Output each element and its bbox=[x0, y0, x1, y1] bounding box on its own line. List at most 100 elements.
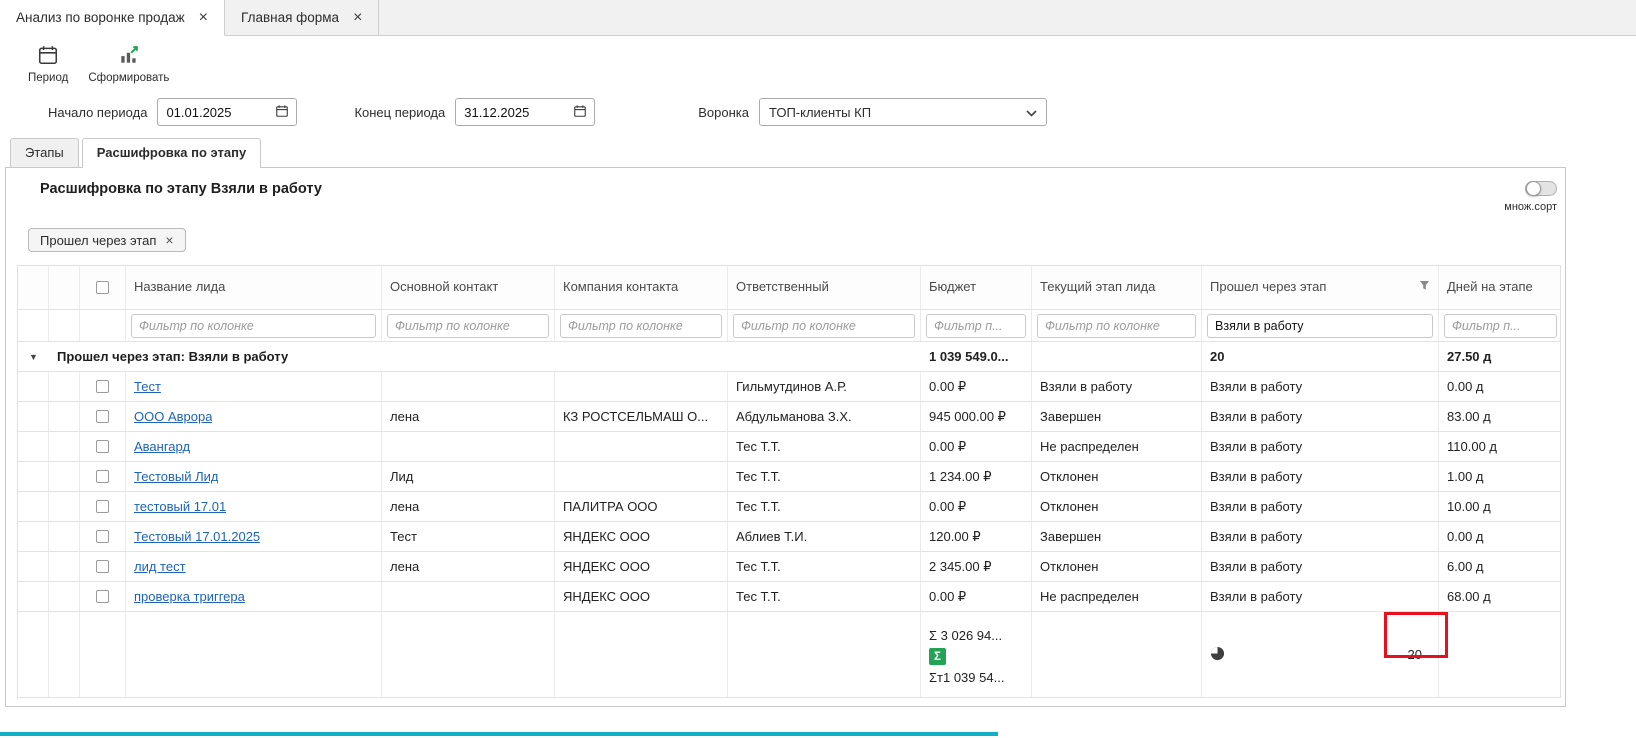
period-button[interactable]: Период bbox=[28, 44, 68, 84]
filter-input-passed-stage[interactable] bbox=[1207, 314, 1433, 338]
filter-input-responsible[interactable] bbox=[733, 314, 915, 338]
cell-current-stage: Взяли в работу bbox=[1032, 372, 1202, 401]
tab-stages[interactable]: Этапы bbox=[10, 138, 79, 167]
cell-main-contact bbox=[382, 372, 555, 401]
row-checkbox[interactable] bbox=[96, 440, 109, 453]
table-row[interactable]: Авангард Тес Т.Т. 0.00 ₽ Не распределен … bbox=[18, 432, 1560, 462]
cell-lead-name: Тестовый 17.01.2025 bbox=[126, 522, 382, 551]
row-checkbox[interactable] bbox=[96, 470, 109, 483]
end-period-input[interactable] bbox=[464, 105, 556, 120]
row-checkbox[interactable] bbox=[96, 590, 109, 603]
table-row[interactable]: Тест Гильмутдинов А.Р. 0.00 ₽ Взяли в ра… bbox=[18, 372, 1560, 402]
filter-input-main-contact[interactable] bbox=[387, 314, 549, 338]
column-header-budget[interactable]: Бюджет bbox=[921, 266, 1032, 309]
cell-current-stage: Завершен bbox=[1032, 522, 1202, 551]
lead-link[interactable]: тестовый 17.01 bbox=[134, 499, 226, 514]
funnel-select[interactable]: ТОП-клиенты КП bbox=[759, 98, 1047, 126]
cell-expander bbox=[18, 432, 49, 461]
end-period-field bbox=[455, 98, 595, 126]
start-period-input[interactable] bbox=[166, 105, 258, 120]
calendar-icon[interactable] bbox=[275, 104, 289, 121]
cell-budget: 0.00 ₽ bbox=[921, 492, 1032, 521]
tab-funnel-analysis[interactable]: Анализ по воронке продаж × bbox=[0, 0, 225, 36]
report-parameters: Начало периода Конец периода Воронка ТОП… bbox=[0, 92, 1636, 132]
cell-main-contact bbox=[382, 582, 555, 611]
table-row[interactable]: Тестовый 17.01.2025 Тест ЯНДЕКС ООО Абли… bbox=[18, 522, 1560, 552]
cell-responsible: Тес Т.Т. bbox=[728, 462, 921, 491]
column-header-main-contact[interactable]: Основной контакт bbox=[382, 266, 555, 309]
table-row[interactable]: лид тест лена ЯНДЕКС ООО Тес Т.Т. 2 345.… bbox=[18, 552, 1560, 582]
row-checkbox[interactable] bbox=[96, 410, 109, 423]
filter-chip-label: Прошел через этап bbox=[40, 233, 156, 248]
filter-input-budget[interactable] bbox=[926, 314, 1026, 338]
close-icon[interactable]: × bbox=[165, 232, 173, 248]
passed-count-total: 20 bbox=[1408, 647, 1422, 662]
cell-passed-stage: Взяли в работу bbox=[1202, 372, 1439, 401]
close-icon[interactable]: × bbox=[199, 10, 208, 26]
panel-title: Расшифровка по этапу Взяли в работу bbox=[40, 181, 322, 197]
cell-responsible: Тес Т.Т. bbox=[728, 492, 921, 521]
row-checkbox[interactable] bbox=[96, 500, 109, 513]
cell-expander bbox=[18, 582, 49, 611]
cell-checkbox bbox=[80, 552, 126, 581]
tab-main-form[interactable]: Главная форма × bbox=[225, 0, 379, 35]
filter-input-contact-company[interactable] bbox=[560, 314, 722, 338]
end-period-label: Конец периода bbox=[354, 105, 445, 120]
filter-input-current-stage[interactable] bbox=[1037, 314, 1196, 338]
column-header-contact-company[interactable]: Компания контакта bbox=[555, 266, 728, 309]
cell-current-stage: Не распределен bbox=[1032, 432, 1202, 461]
generate-button[interactable]: Сформировать bbox=[88, 44, 169, 84]
table-row[interactable]: тестовый 17.01 лена ПАЛИТРА ООО Тес Т.Т.… bbox=[18, 492, 1560, 522]
row-checkbox[interactable] bbox=[96, 380, 109, 393]
cell-checkbox bbox=[80, 522, 126, 551]
close-icon[interactable]: × bbox=[353, 10, 362, 26]
cell-lead-name: ООО Аврора bbox=[126, 402, 382, 431]
cell-responsible: Тес Т.Т. bbox=[728, 552, 921, 581]
table-row[interactable]: Тестовый Лид Лид Тес Т.Т. 1 234.00 ₽ Отк… bbox=[18, 462, 1560, 492]
filter-input-lead-name[interactable] bbox=[131, 314, 376, 338]
lead-link[interactable]: ООО Аврора bbox=[134, 409, 212, 424]
table-row[interactable]: проверка триггера ЯНДЕКС ООО Тес Т.Т. 0.… bbox=[18, 582, 1560, 612]
filter-chip-passed-stage[interactable]: Прошел через этап × bbox=[28, 228, 186, 252]
toolbar: Период Сформировать bbox=[0, 36, 1636, 92]
filter-input-days-on-stage[interactable] bbox=[1444, 314, 1557, 338]
cell-lead-name: проверка триггера bbox=[126, 582, 382, 611]
cell-checkbox bbox=[80, 432, 126, 461]
group-row[interactable]: ▼ Прошел через этап: Взяли в работу 1 03… bbox=[18, 342, 1560, 372]
cell-indicator bbox=[49, 402, 80, 431]
cell-main-contact: лена bbox=[382, 402, 555, 431]
cell-checkbox bbox=[80, 402, 126, 431]
column-header-current-stage[interactable]: Текущий этап лида bbox=[1032, 266, 1202, 309]
sum-icon[interactable]: Σ bbox=[929, 648, 946, 665]
passed-count-cell: 20 bbox=[1202, 612, 1439, 697]
lead-link[interactable]: Авангард bbox=[134, 439, 190, 454]
cell-passed-stage: Взяли в работу bbox=[1202, 432, 1439, 461]
row-checkbox[interactable] bbox=[96, 530, 109, 543]
lead-link[interactable]: Тестовый Лид bbox=[134, 469, 218, 484]
group-passed-count: 20 bbox=[1202, 342, 1439, 371]
cell-expander bbox=[18, 492, 49, 521]
select-all-checkbox[interactable] bbox=[96, 281, 109, 294]
column-header-responsible[interactable]: Ответственный bbox=[728, 266, 921, 309]
column-header-days-on-stage[interactable]: Дней на этапе bbox=[1439, 266, 1562, 309]
lead-link[interactable]: проверка триггера bbox=[134, 589, 245, 604]
count-aggregate-icon[interactable] bbox=[1210, 646, 1225, 664]
lead-link[interactable]: лид тест bbox=[134, 559, 186, 574]
collapse-group-icon[interactable]: ▼ bbox=[18, 342, 49, 371]
table-row[interactable]: ООО Аврора лена КЗ РОСТСЕЛЬМАШ О... Абду… bbox=[18, 402, 1560, 432]
multisort-toggle[interactable] bbox=[1525, 181, 1557, 196]
tab-stage-breakdown[interactable]: Расшифровка по этапу bbox=[82, 138, 261, 167]
cell-indicator bbox=[49, 432, 80, 461]
lead-link[interactable]: Тест bbox=[134, 379, 161, 394]
row-checkbox[interactable] bbox=[96, 560, 109, 573]
start-period-label: Начало периода bbox=[48, 105, 147, 120]
lead-link[interactable]: Тестовый 17.01.2025 bbox=[134, 529, 260, 544]
cell-responsible: Тес Т.Т. bbox=[728, 582, 921, 611]
budget-totals-cell: Σ 3 026 94... Σ Σт1 039 54... bbox=[921, 612, 1032, 697]
column-header-lead-name[interactable]: Название лида bbox=[126, 266, 382, 309]
column-header-passed-stage[interactable]: Прошел через этап bbox=[1202, 266, 1439, 309]
active-filters: Прошел через этап × bbox=[6, 213, 1565, 265]
group-row-label: Прошел через этап: Взяли в работу bbox=[49, 342, 921, 371]
cell-passed-stage: Взяли в работу bbox=[1202, 462, 1439, 491]
calendar-icon[interactable] bbox=[573, 104, 587, 121]
